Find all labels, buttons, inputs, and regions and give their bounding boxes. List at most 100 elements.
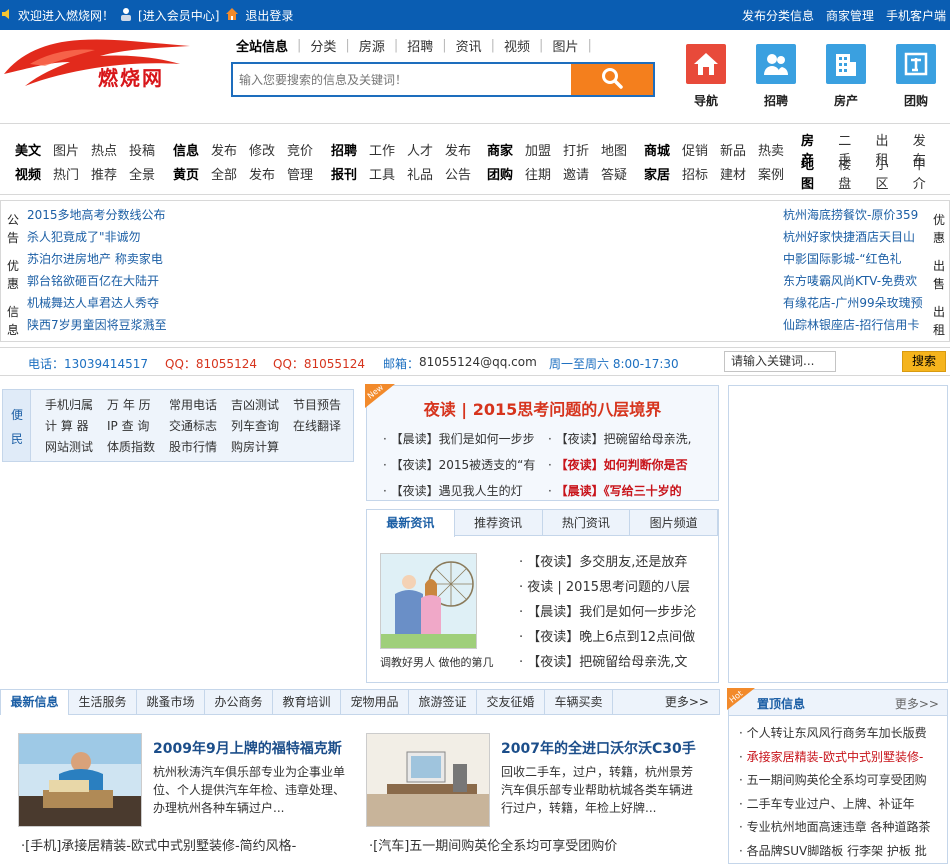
- nav-item[interactable]: 人才: [407, 140, 433, 159]
- news-link[interactable]: · 【夜读】晚上6点到12点间做: [519, 625, 696, 650]
- nav-item[interactable]: 热门: [53, 164, 79, 183]
- nav-item[interactable]: 商城: [644, 140, 670, 159]
- tool-link[interactable]: 交通标志: [169, 417, 231, 434]
- nav-item[interactable]: 新品: [720, 140, 746, 159]
- notice-link[interactable]: 苏泊尔进房地产 称卖家电: [27, 248, 167, 270]
- mobile-client-link[interactable]: 手机客户端: [886, 7, 946, 24]
- tool-link[interactable]: 节目预告: [293, 396, 355, 413]
- notice-link[interactable]: 东方唛霸风尚KTV-免费欢: [783, 270, 923, 292]
- nav-item[interactable]: 工具: [369, 164, 395, 183]
- nav-item[interactable]: 礼品: [407, 164, 433, 183]
- nav-item[interactable]: 全景: [129, 164, 155, 183]
- keyword-search-button[interactable]: 搜索: [902, 351, 946, 372]
- tab-pet-supplies[interactable]: 宠物用品: [341, 690, 409, 714]
- more-link[interactable]: 更多>>: [665, 690, 709, 714]
- featured-link[interactable]: · 【夜读】把碗留给母亲洗,: [548, 426, 708, 452]
- nav-item[interactable]: 黄页: [173, 164, 199, 183]
- notice-link[interactable]: 中影国际影城-“红色礼: [783, 248, 923, 270]
- quick-nav-jobs[interactable]: 招聘: [755, 44, 797, 109]
- notice-link[interactable]: 陕西7岁男童因将豆浆溅至: [27, 314, 167, 336]
- search-tab-all[interactable]: 全站信息: [236, 36, 297, 55]
- tool-link[interactable]: 在线翻译: [293, 417, 355, 434]
- nav-item[interactable]: 建材: [720, 164, 746, 183]
- nav-item[interactable]: 发布: [249, 164, 275, 183]
- tab-recommended-news[interactable]: 推荐资讯: [455, 510, 543, 536]
- notice-link[interactable]: 杭州海底捞餐饮-原价359: [783, 204, 923, 226]
- news-link[interactable]: · 【夜读】多交朋友,还是放弃: [519, 550, 696, 575]
- quick-nav-guide[interactable]: 导航: [685, 44, 727, 109]
- tab-travel-visa[interactable]: 旅游签证: [409, 690, 477, 714]
- tab-hot-news[interactable]: 热门资讯: [543, 510, 631, 536]
- nav-item[interactable]: 热卖: [758, 140, 784, 159]
- search-tab-classified[interactable]: 分类: [301, 36, 345, 55]
- notice-link[interactable]: 杀人犯竟成了"非诚勿: [27, 226, 167, 248]
- news-thumbnail[interactable]: [380, 553, 477, 649]
- notice-link[interactable]: 仙踪林银座店-招行信用卡: [783, 314, 923, 336]
- nav-item[interactable]: 往期: [525, 164, 551, 183]
- news-link[interactable]: · 【夜读】把碗留给母亲洗,文: [519, 650, 696, 675]
- tool-link[interactable]: 列车查询: [231, 417, 293, 434]
- featured-link[interactable]: · 【晨读】我们是如何一步步: [383, 426, 535, 452]
- tab-vehicles[interactable]: 车辆买卖: [545, 690, 613, 714]
- search-tab-jobs[interactable]: 招聘: [398, 36, 442, 55]
- nav-item[interactable]: 图片: [53, 140, 79, 159]
- nav-item[interactable]: 打折: [563, 140, 589, 159]
- nav-item[interactable]: 视频: [15, 164, 41, 183]
- tab-latest-info[interactable]: 最新信息: [1, 690, 69, 715]
- tab-dating[interactable]: 交友征婚: [477, 690, 545, 714]
- pinned-link[interactable]: · 五一期间购英伦全系均可享受团购: [739, 769, 930, 793]
- tab-picture-channel[interactable]: 图片频道: [630, 510, 718, 536]
- search-input[interactable]: [233, 64, 571, 95]
- nav-item[interactable]: 发布: [211, 140, 237, 159]
- search-tab-news[interactable]: 资讯: [447, 36, 491, 55]
- notice-link[interactable]: 郭台铭欲砸百亿在大陆开: [27, 270, 167, 292]
- logout-link[interactable]: 退出登录: [245, 7, 293, 24]
- pinned-link[interactable]: · 各品牌SUV脚踏板 行李架 护板 批: [739, 840, 930, 864]
- pinned-link[interactable]: · 承接家居精装-欧式中式别墅装修-: [739, 746, 930, 770]
- nav-item[interactable]: 管理: [287, 164, 313, 183]
- nav-item[interactable]: 竞价: [287, 140, 313, 159]
- keyword-input[interactable]: 请输入关键词...: [724, 351, 836, 372]
- tab-flea-market[interactable]: 跳蚤市场: [137, 690, 205, 714]
- nav-item[interactable]: 发布: [445, 140, 471, 159]
- search-tab-housing[interactable]: 房源: [350, 36, 394, 55]
- tool-link[interactable]: 手机归属: [45, 396, 107, 413]
- nav-item[interactable]: 工作: [369, 140, 395, 159]
- tab-office-business[interactable]: 办公商务: [205, 690, 273, 714]
- tool-link[interactable]: 股市行情: [169, 438, 231, 455]
- article-title[interactable]: 2007年的全进口沃尔沃C30手: [501, 738, 696, 758]
- notice-link[interactable]: 杭州好家快捷酒店天目山: [783, 226, 923, 248]
- tab-latest-news[interactable]: 最新资讯: [367, 510, 455, 537]
- nav-item[interactable]: 美文: [15, 140, 41, 159]
- nav-item[interactable]: 团购: [487, 164, 513, 183]
- nav-item[interactable]: 全部: [211, 164, 237, 183]
- nav-item[interactable]: 推荐: [91, 164, 117, 183]
- featured-link[interactable]: · 【夜读】如何判断你是否: [548, 452, 708, 478]
- post-classified-link[interactable]: 发布分类信息: [742, 7, 814, 24]
- article-image[interactable]: [18, 733, 142, 827]
- quick-nav-realestate[interactable]: 房产: [825, 44, 867, 109]
- tab-life-services[interactable]: 生活服务: [69, 690, 137, 714]
- nav-item[interactable]: 公告: [445, 164, 471, 183]
- article-title[interactable]: 2009年9月上牌的福特福克斯: [153, 738, 342, 758]
- featured-link[interactable]: · 【晨读】《写给三十岁的: [548, 478, 708, 504]
- article-image[interactable]: [366, 733, 490, 827]
- notice-link[interactable]: 机械舞达人卓君达人秀夺: [27, 292, 167, 314]
- notice-link[interactable]: 2015多地高考分数线公布: [27, 204, 167, 226]
- tool-link[interactable]: 万 年 历: [107, 396, 169, 413]
- pinned-link[interactable]: · 二手车专业过户、上牌、补证年: [739, 793, 930, 817]
- search-tab-images[interactable]: 图片: [543, 36, 587, 55]
- nav-item[interactable]: 信息: [173, 140, 199, 159]
- featured-link[interactable]: · 【夜读】遇见我人生的灯: [383, 478, 535, 504]
- nav-item[interactable]: 案例: [758, 164, 784, 183]
- nav-item[interactable]: 家居: [644, 164, 670, 183]
- nav-item[interactable]: 小区: [876, 154, 901, 192]
- nav-item[interactable]: 地图: [601, 140, 627, 159]
- merchant-admin-link[interactable]: 商家管理: [826, 7, 874, 24]
- member-center-link[interactable]: [进入会员中心]: [138, 7, 219, 24]
- nav-item[interactable]: 招聘: [331, 140, 357, 159]
- featured-link[interactable]: · 【夜读】2015被透支的“有: [383, 452, 535, 478]
- nav-item[interactable]: 促销: [682, 140, 708, 159]
- tool-link[interactable]: 网站测试: [45, 438, 107, 455]
- notice-link[interactable]: 有缘花店-广州99朵玫瑰预: [783, 292, 923, 314]
